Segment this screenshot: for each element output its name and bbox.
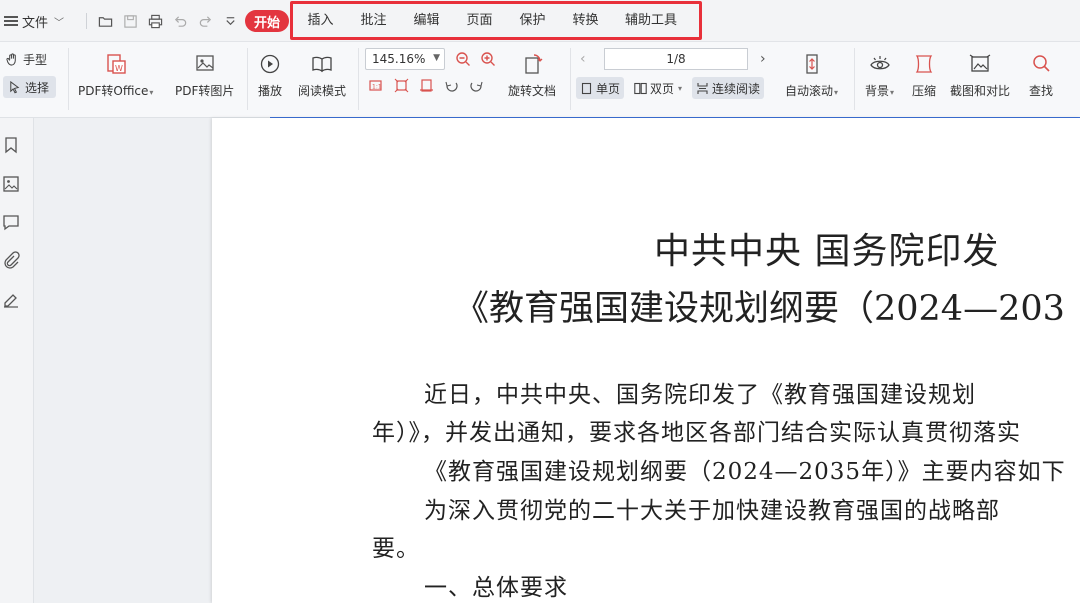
attachment-icon[interactable] (2, 251, 22, 271)
play-icon (258, 52, 282, 76)
continuous-read-icon (697, 82, 708, 94)
single-page-label: 单页 (596, 81, 621, 96)
document-page[interactable]: 中共中央 国务院印发 《教育强国建设规划纲要（2024—203 近日，中共中央、… (212, 118, 1080, 603)
tab-edit[interactable]: 编辑 (400, 10, 453, 32)
double-page-button[interactable]: 双页 ▾ (630, 77, 686, 99)
single-page-button[interactable]: 单页 (576, 77, 625, 99)
paragraph-line-4: 为深入贯彻党的二十大关于加快建设教育强国的战略部 (424, 498, 1000, 524)
thumbnail-icon[interactable] (2, 175, 22, 195)
signature-icon[interactable] (2, 290, 22, 310)
hamburger-icon (4, 16, 18, 26)
bookmark-icon[interactable] (2, 136, 22, 156)
double-page-label: 双页 (650, 81, 675, 96)
document-title-line2: 《教育强国建设规划纲要（2024—203 (454, 289, 1065, 329)
next-page-icon[interactable]: › (760, 51, 766, 67)
tab-protect[interactable]: 保护 (506, 10, 559, 32)
single-page-icon (581, 82, 592, 94)
find-label: 查找 (1029, 84, 1054, 98)
play-button[interactable]: 播放 (258, 52, 282, 99)
menu-bar: 文件 ﹀ 开始 插入 批注 编辑 页面 保护 转换 辅助工具 (0, 0, 1080, 42)
image-icon (193, 52, 217, 76)
compress-icon (912, 52, 936, 76)
read-mode-button[interactable]: 阅读模式 (298, 52, 346, 99)
open-folder-icon[interactable] (93, 10, 118, 32)
file-menu-label: 文件 (22, 15, 49, 31)
paragraph-line-5: 要。 (372, 536, 420, 562)
menu-tabs: 插入 批注 编辑 页面 保护 转换 辅助工具 (294, 10, 690, 32)
background-label: 背景 (865, 84, 890, 98)
continuous-read-button[interactable]: 连续阅读 (692, 77, 765, 99)
cursor-icon (8, 80, 21, 94)
pdf-to-image-label: PDF转图片 (175, 84, 235, 98)
screenshot-compare-button[interactable]: 截图和对比 (950, 52, 1010, 99)
background-button[interactable]: 背景▾ (865, 52, 894, 99)
actual-size-icon[interactable]: 1:1 (368, 78, 384, 94)
prev-page-icon[interactable]: ‹ (580, 51, 586, 67)
continuous-read-label: 连续阅读 (712, 81, 761, 96)
rotate-document-button[interactable]: 旋转文档 (508, 52, 556, 99)
play-label: 播放 (258, 84, 283, 98)
chevron-down-icon: ﹀ (54, 17, 65, 29)
pdf-to-office-icon: W (104, 52, 128, 76)
pdf-to-office-button[interactable]: W PDF转Office▾ (78, 52, 153, 99)
redo-icon[interactable] (193, 10, 218, 32)
double-page-icon (634, 82, 647, 94)
find-button[interactable]: 查找 (1029, 52, 1053, 99)
auto-scroll-icon (800, 52, 824, 76)
rotate-document-icon (520, 52, 544, 76)
tab-page[interactable]: 页面 (453, 10, 506, 32)
section-heading: 一、总体要求 (424, 575, 568, 601)
comment-icon[interactable] (2, 213, 22, 233)
compress-button[interactable]: 压缩 (912, 52, 936, 99)
auto-scroll-button[interactable]: 自动滚动▾ (785, 52, 838, 99)
chevron-down-icon: ▼ (433, 53, 440, 63)
print-icon[interactable] (143, 10, 168, 32)
paragraph-line-3: 《教育强国建设规划纲要（2024—2035年）》主要内容如下 (424, 459, 1066, 485)
svg-text:W: W (115, 64, 123, 73)
screenshot-compare-label: 截图和对比 (950, 84, 1011, 98)
hand-label: 手型 (23, 53, 48, 67)
save-icon[interactable] (118, 10, 143, 32)
screenshot-icon (968, 52, 992, 76)
customize-icon[interactable] (218, 10, 243, 32)
book-icon (310, 52, 334, 76)
svg-text:1:1: 1:1 (372, 84, 382, 91)
zoom-select[interactable]: 145.16% ▼ (365, 48, 445, 70)
file-menu[interactable]: 文件 ﹀ (4, 10, 64, 32)
tab-convert[interactable]: 转换 (559, 10, 612, 32)
pdf-to-image-button[interactable]: PDF转图片 (175, 52, 234, 99)
compress-label: 压缩 (912, 84, 937, 98)
select-label: 选择 (25, 80, 50, 95)
fit-page-icon[interactable] (394, 78, 410, 94)
rotate-right-icon[interactable] (469, 78, 485, 94)
eye-icon (868, 52, 892, 76)
zoom-in-icon[interactable] (480, 51, 496, 67)
rotate-document-label: 旋转文档 (508, 84, 557, 98)
document-title-line1: 中共中央 国务院印发 (654, 231, 1000, 272)
tab-tools[interactable]: 辅助工具 (612, 10, 690, 32)
paragraph-line-2: 年）》，并发出通知，要求各地区各部门结合实际认真贯彻落实 (372, 420, 1021, 446)
read-mode-label: 阅读模式 (298, 84, 347, 98)
undo-icon[interactable] (168, 10, 193, 32)
fit-width-icon[interactable] (419, 78, 435, 94)
tab-annotate[interactable]: 批注 (347, 10, 400, 32)
zoom-value: 145.16% (372, 52, 426, 66)
pdf-to-office-label: PDF转Office (78, 84, 149, 98)
rotate-left-icon[interactable] (444, 78, 460, 94)
tab-insert[interactable]: 插入 (294, 10, 347, 32)
select-tool[interactable]: 选择 (3, 76, 56, 98)
hand-tool[interactable]: 手型 (6, 51, 47, 68)
hand-icon (6, 53, 19, 66)
paragraph-line-1: 近日，中共中央、国务院印发了《教育强国建设规划 (424, 382, 976, 408)
page-number-input[interactable]: 1/8 (604, 48, 748, 70)
zoom-out-icon[interactable] (455, 51, 471, 67)
tab-start[interactable]: 开始 (245, 10, 289, 32)
search-icon (1029, 52, 1053, 76)
quick-access-toolbar (80, 10, 256, 32)
left-sidebar-rail (0, 118, 34, 603)
auto-scroll-label: 自动滚动 (785, 84, 834, 98)
